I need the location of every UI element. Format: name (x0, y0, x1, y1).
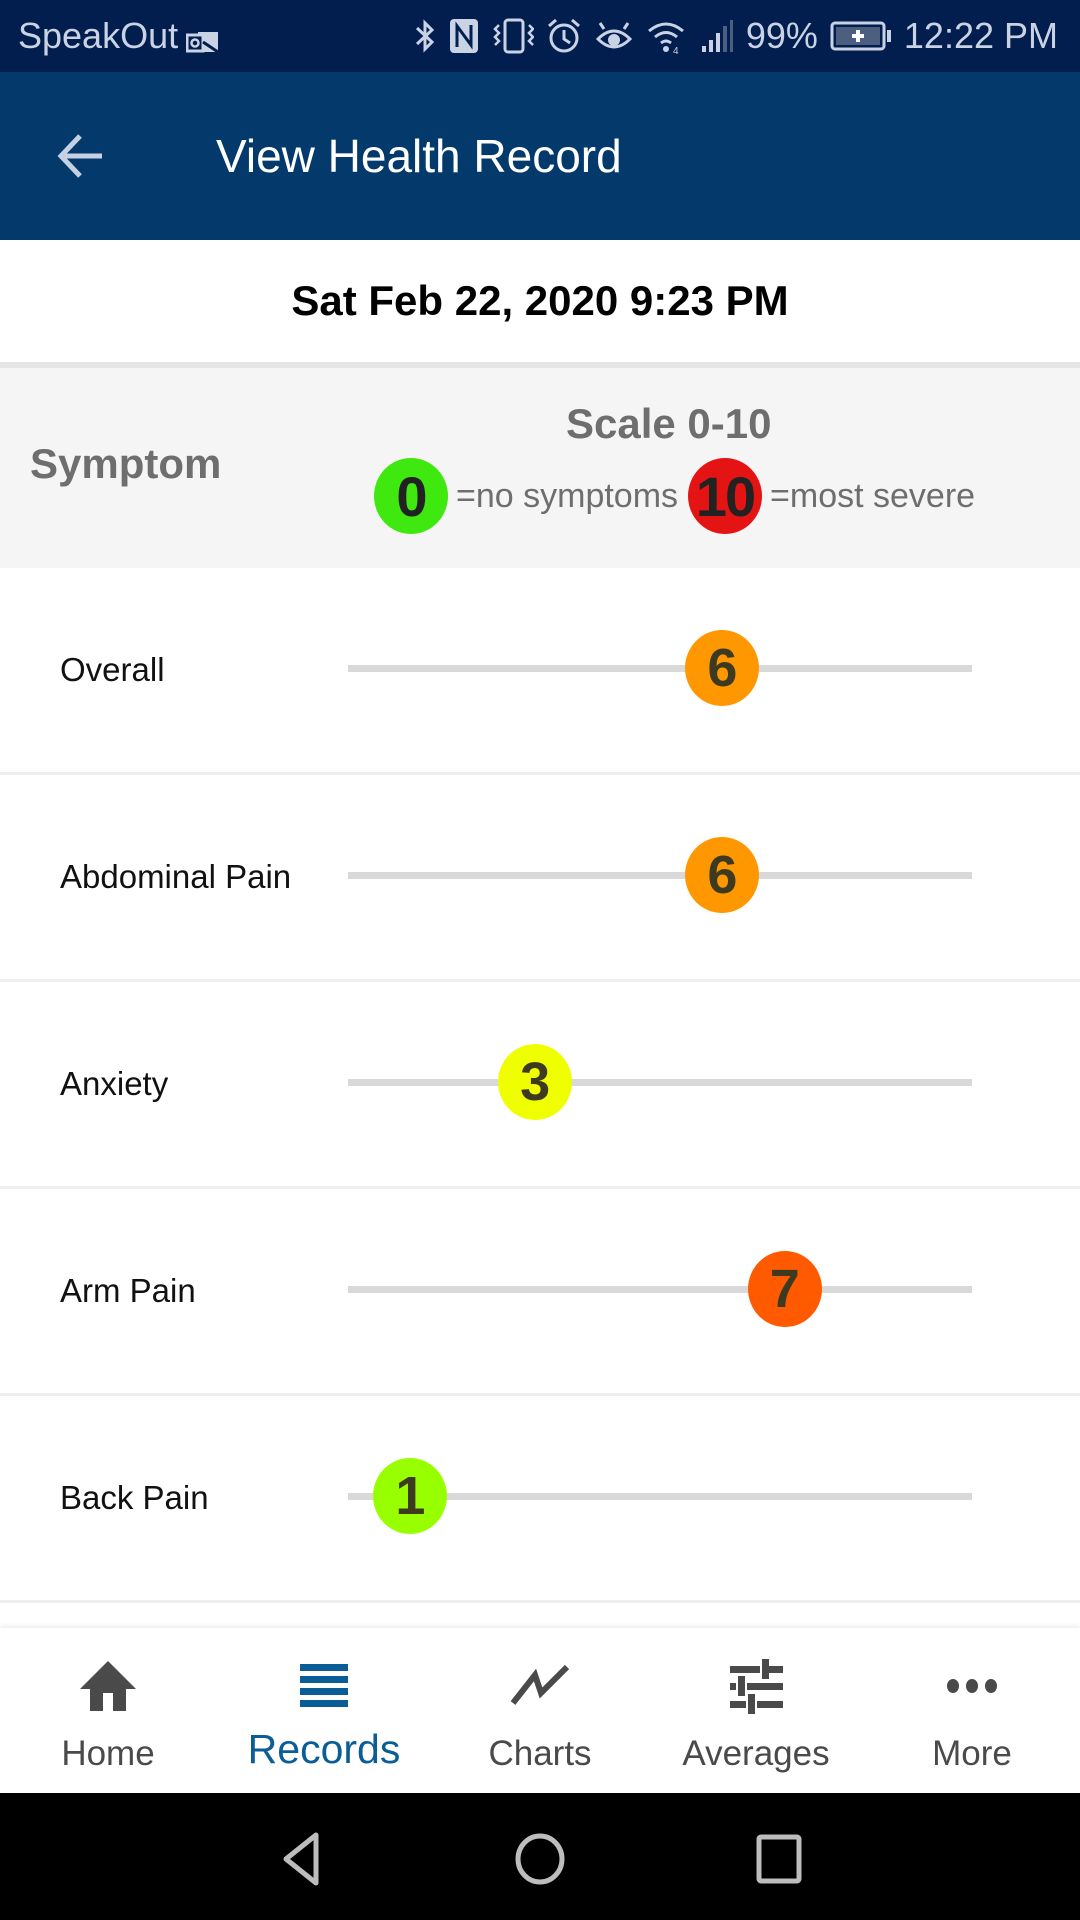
svg-text:4: 4 (673, 46, 679, 55)
symptom-row: Back Pain 1 (0, 1396, 1080, 1603)
bottom-navigation: Home Records Charts Averages More (0, 1628, 1080, 1793)
symptom-label: Back Pain (60, 1479, 209, 1516)
symptom-row: Abdominal Pain 6 (0, 775, 1080, 982)
slider-thumb[interactable]: 3 (498, 1044, 573, 1120)
status-right: 4 99% 12:22 PM (414, 0, 1058, 72)
record-datetime-row: Sat Feb 22, 2020 9:23 PM (0, 240, 1080, 362)
legend-min-badge: 0 (374, 458, 448, 534)
symptom-label: Overall (60, 651, 165, 688)
slider-thumb[interactable]: 6 (685, 837, 760, 913)
severity-slider[interactable]: 3 (348, 982, 972, 1186)
scale-legend: 0 =no symptoms 10 =most severe (374, 458, 985, 534)
severity-slider[interactable]: 7 (348, 1189, 972, 1393)
symptom-label: Arm Pain (60, 1272, 196, 1309)
severity-slider[interactable]: 6 (348, 775, 972, 979)
nav-charts[interactable]: Charts (432, 1628, 648, 1793)
wifi-icon: 4 (647, 22, 684, 55)
arrow-left-icon (57, 134, 102, 178)
nav-charts-label: Charts (488, 1734, 592, 1773)
more-dots-icon (946, 1656, 998, 1716)
slider-track (348, 872, 972, 879)
slider-thumb[interactable]: 7 (747, 1251, 822, 1327)
symptom-row: Overall 6 (0, 568, 1080, 775)
battery-percent: 99% (745, 15, 818, 56)
status-left: SpeakOut (18, 0, 220, 72)
home-icon (78, 1656, 138, 1716)
nav-home[interactable]: Home (0, 1628, 216, 1793)
eye-comfort-icon (595, 22, 632, 49)
clock: 12:22 PM (903, 15, 1058, 56)
android-recents-button[interactable] (745, 1823, 815, 1893)
slider-track (348, 665, 972, 672)
back-button[interactable] (44, 118, 120, 194)
nav-home-label: Home (61, 1734, 155, 1773)
legend-min-label: =no symptoms (456, 476, 679, 515)
symptom-row: Anxiety 3 (0, 982, 1080, 1189)
record-datetime: Sat Feb 22, 2020 9:23 PM (291, 277, 789, 324)
page-title: View Health Record (216, 130, 622, 182)
triangle-back-icon (283, 1832, 319, 1886)
nav-more-label: More (932, 1734, 1012, 1773)
alarm-icon (547, 18, 580, 53)
symptom-label: Abdominal Pain (60, 858, 292, 895)
symptom-row: Arm Pain 7 (0, 1189, 1080, 1396)
severity-slider[interactable]: 6 (348, 568, 972, 772)
battery-charging-icon (830, 21, 891, 51)
android-home-button[interactable] (505, 1823, 575, 1893)
app-bar: View Health Record (0, 72, 1080, 240)
severity-slider[interactable]: 1 (348, 1396, 972, 1600)
sliders-icon (728, 1656, 784, 1716)
legend-max-label: =most severe (770, 476, 976, 515)
outlook-notification-icon (185, 23, 220, 54)
notification-app-name: SpeakOut (18, 15, 179, 56)
nav-records[interactable]: Records (216, 1628, 432, 1793)
vibrate-icon (493, 18, 534, 54)
list-icon (299, 1656, 349, 1716)
symptom-row-partial (0, 1604, 1080, 1628)
symptom-label: Anxiety (60, 1065, 169, 1102)
slider-thumb[interactable]: 1 (373, 1458, 448, 1534)
slider-thumb[interactable]: 6 (685, 630, 760, 706)
circle-home-icon (515, 1833, 565, 1885)
status-bar: SpeakOut 4 99% 12:22 PM (0, 0, 1080, 72)
square-recents-icon (756, 1834, 802, 1884)
scale-header: Symptom Scale 0-10 0 =no symptoms 10 =mo… (0, 368, 1080, 568)
signal-icon (701, 20, 733, 52)
nav-more[interactable]: More (864, 1628, 1080, 1793)
nav-averages-label: Averages (682, 1734, 830, 1773)
slider-track (348, 1286, 972, 1293)
scale-title: Scale 0-10 (566, 400, 772, 447)
nav-averages[interactable]: Averages (648, 1628, 864, 1793)
symptom-column-heading: Symptom (30, 440, 222, 487)
nav-records-label: Records (247, 1726, 401, 1772)
bluetooth-icon (415, 19, 435, 53)
android-back-button[interactable] (266, 1823, 336, 1893)
slider-track (348, 1079, 972, 1086)
chart-line-icon (509, 1656, 571, 1716)
android-navigation-bar (0, 1793, 1080, 1920)
nfc-icon (449, 19, 478, 53)
legend-max-badge: 10 (688, 458, 763, 534)
